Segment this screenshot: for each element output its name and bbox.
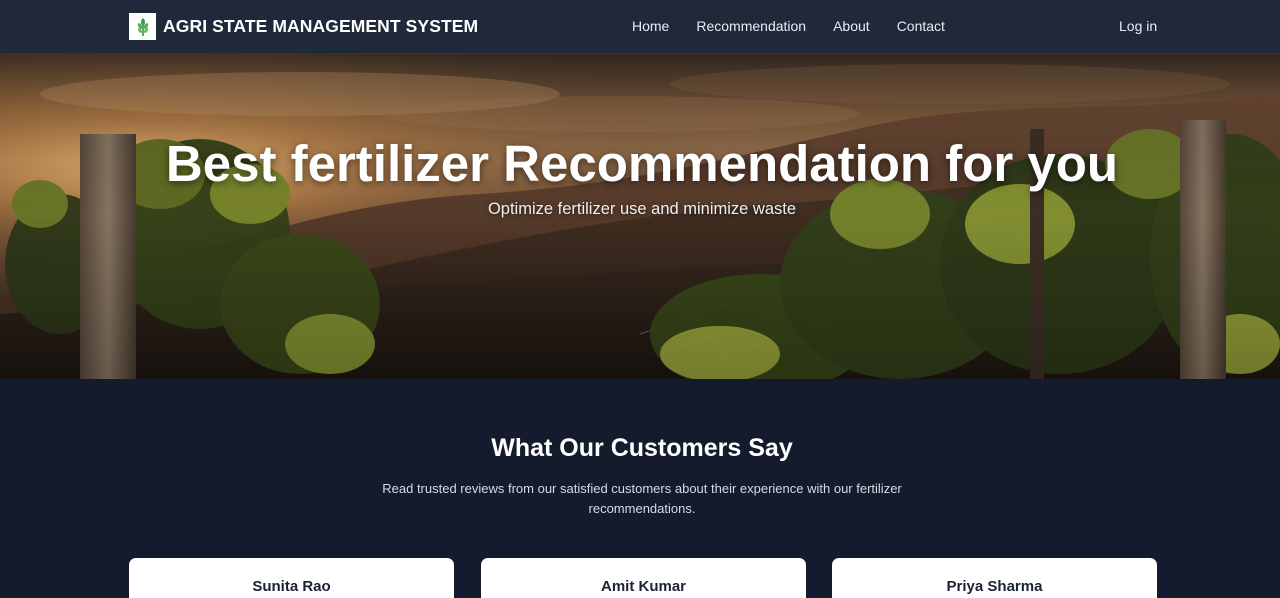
brand[interactable]: AGRI STATE MANAGEMENT SYSTEM <box>129 13 478 40</box>
testimonials-section: What Our Customers Say Read trusted revi… <box>0 379 1280 598</box>
section-title: What Our Customers Say <box>491 434 793 462</box>
hero-subtitle: Optimize fertilizer use and minimize was… <box>487 200 797 218</box>
testimonial-card: Amit Kumar <box>481 558 806 598</box>
leaf-plant-icon <box>129 13 156 40</box>
top-navbar: AGRI STATE MANAGEMENT SYSTEM Home Recomm… <box>0 0 1280 54</box>
reviewer-name: Priya Sharma <box>946 578 1043 595</box>
nav-contact[interactable]: Contact <box>897 18 945 34</box>
login-link[interactable]: Log in <box>1119 18 1157 34</box>
testimonial-card: Priya Sharma <box>832 558 1157 598</box>
main-nav: Home Recommendation About Contact <box>632 18 972 34</box>
hero-banner: Best fertilizer Recommendation for you O… <box>0 54 1280 379</box>
nav-about[interactable]: About <box>833 18 870 34</box>
testimonial-card: Sunita Rao <box>129 558 454 598</box>
app-title: AGRI STATE MANAGEMENT SYSTEM <box>163 16 479 36</box>
section-description: Read trusted reviews from our satisfied … <box>382 481 902 516</box>
reviewer-name: Sunita Rao <box>252 578 331 595</box>
nav-home[interactable]: Home <box>632 18 669 34</box>
nav-recommendation[interactable]: Recommendation <box>696 18 806 34</box>
reviewer-name: Amit Kumar <box>600 578 686 595</box>
hero-title: Best fertilizer Recommendation for you <box>165 135 1119 192</box>
